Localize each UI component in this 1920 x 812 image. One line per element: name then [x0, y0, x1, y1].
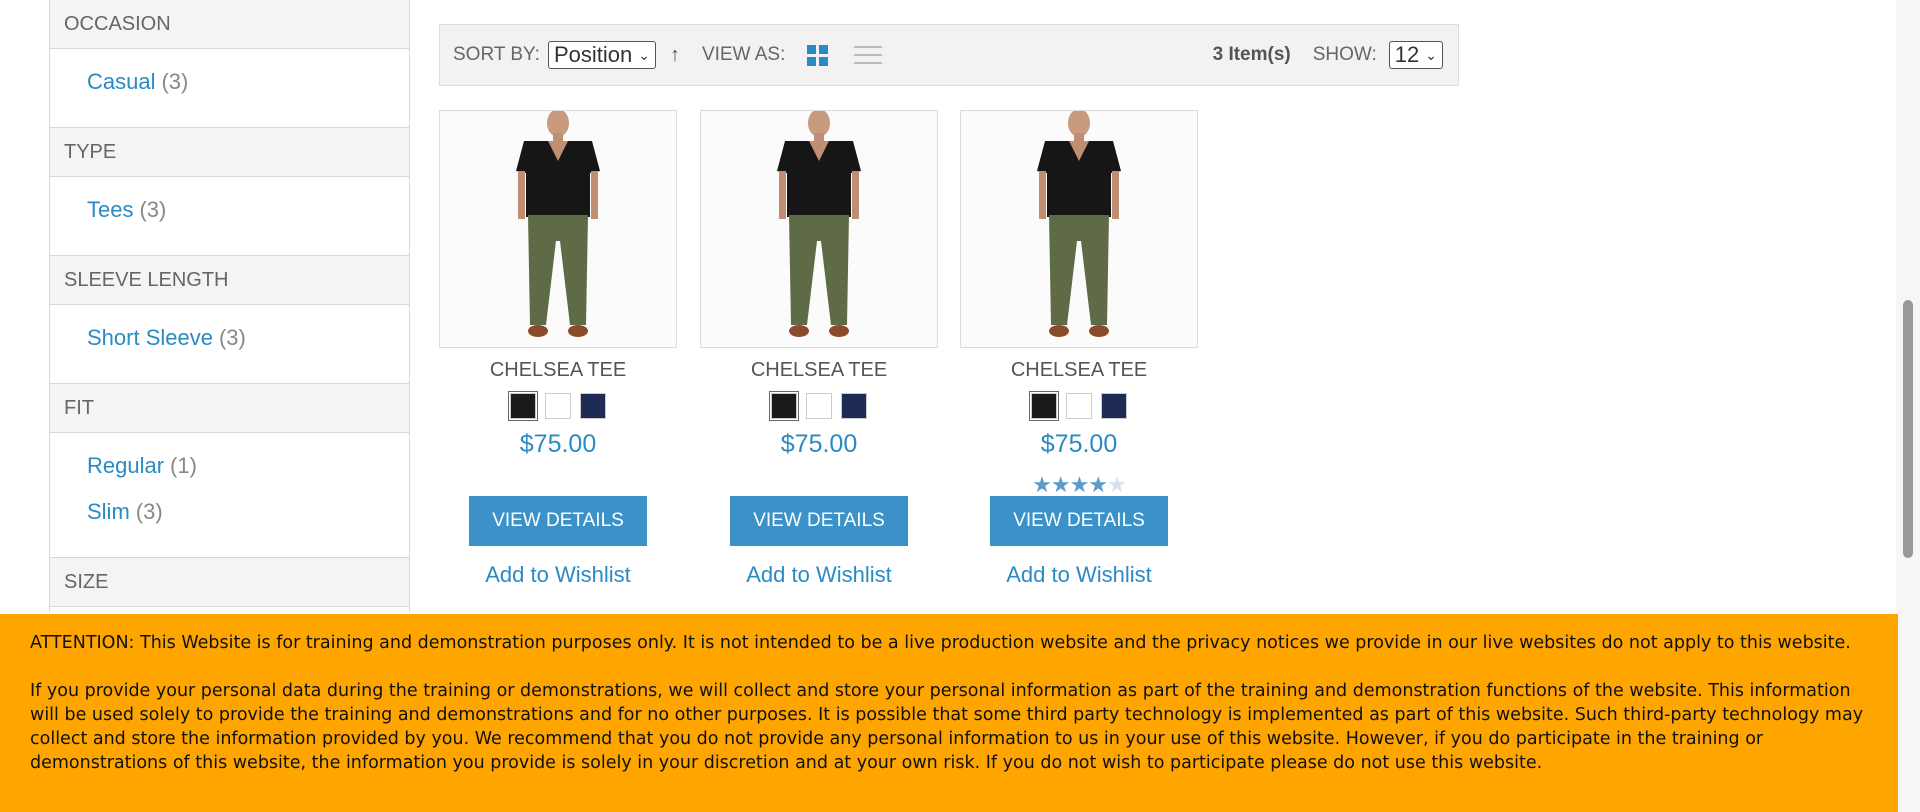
- filter-title-fit[interactable]: FIT: [50, 383, 409, 433]
- star-icon: ★: [1088, 472, 1108, 497]
- list-view-icon[interactable]: [854, 46, 883, 64]
- chevron-down-icon: ⌄: [1425, 46, 1437, 63]
- item-count: 3 Item(s): [1212, 44, 1291, 65]
- product-item: CHELSEA TEE $75.00 ★★★★★ VIEW DETAILS Ad…: [960, 110, 1198, 588]
- color-swatch[interactable]: [769, 391, 799, 421]
- page-scrollbar[interactable]: [1896, 0, 1920, 812]
- model-photo-illustration: [440, 111, 676, 347]
- add-to-wishlist-link[interactable]: Add to Wishlist: [700, 562, 938, 588]
- filter-option-label[interactable]: Slim: [87, 499, 130, 524]
- color-swatch[interactable]: [1029, 391, 1059, 421]
- add-to-wishlist-link[interactable]: Add to Wishlist: [960, 562, 1198, 588]
- scrollbar-thumb[interactable]: [1903, 300, 1913, 558]
- notice-paragraph-2: If you provide your personal data during…: [30, 681, 1864, 773]
- filter-title-sleeve-length[interactable]: SLEEVE LENGTH: [50, 255, 409, 305]
- sort-by-value: Position: [553, 42, 633, 67]
- sort-by-select[interactable]: Position ⌄: [547, 41, 656, 69]
- color-swatch[interactable]: [580, 393, 606, 419]
- filter-option-slim[interactable]: Slim (3): [87, 489, 409, 535]
- layered-navigation: OCCASION Casual (3) TYPE Tees (3) SLEEVE L…: [49, 0, 410, 612]
- product-name[interactable]: CHELSEA TEE: [439, 359, 677, 385]
- arrow-up-icon[interactable]: ↑: [670, 44, 680, 67]
- product-name[interactable]: CHELSEA TEE: [960, 359, 1198, 385]
- filter-option-label[interactable]: Tees: [87, 197, 133, 222]
- filter-options-occasion: Casual (3): [50, 49, 409, 127]
- color-swatch[interactable]: [841, 393, 867, 419]
- filter-option-count: (3): [161, 69, 189, 94]
- products-toolbar: SORT BY: Position ⌄ ↑ VIEW AS: 3 Item(s)…: [439, 24, 1459, 86]
- color-swatches: [960, 391, 1198, 421]
- filter-options-type: Tees (3): [50, 177, 409, 255]
- filter-option-casual[interactable]: Casual (3): [87, 59, 409, 105]
- color-swatches: [700, 391, 938, 421]
- filter-option-label[interactable]: Short Sleeve: [87, 325, 213, 350]
- filter-option-count: (3): [135, 499, 163, 524]
- product-price: $75.00: [780, 430, 858, 458]
- limiter-select[interactable]: 12 ⌄: [1388, 41, 1443, 69]
- show-label: SHOW:: [1312, 44, 1377, 65]
- star-icon: ★: [1107, 472, 1127, 497]
- filter-options-sleeve-length: Short Sleeve (3): [50, 305, 409, 383]
- view-details-button[interactable]: VIEW DETAILS: [469, 496, 647, 546]
- product-item: CHELSEA TEE $75.00 VIEW DETAILS Add to W…: [439, 110, 677, 588]
- chevron-down-icon: ⌄: [638, 46, 650, 63]
- model-photo-illustration: [701, 111, 937, 347]
- star-icon: ★: [1069, 472, 1090, 497]
- rating-stars: ★★★★★: [960, 472, 1198, 497]
- product-item: CHELSEA TEE $75.00 VIEW DETAILS Add to W…: [700, 110, 938, 588]
- view-details-button[interactable]: VIEW DETAILS: [990, 496, 1168, 546]
- color-swatch[interactable]: [545, 393, 571, 419]
- view-as-label: VIEW AS:: [701, 44, 786, 65]
- color-swatch[interactable]: [1101, 393, 1127, 419]
- view-details-button[interactable]: VIEW DETAILS: [730, 496, 908, 546]
- filter-options-fit: Regular (1) Slim (3): [50, 433, 409, 557]
- filter-option-count: (3): [218, 325, 246, 350]
- filter-option-count: (3): [139, 197, 167, 222]
- star-icon: ★: [1032, 472, 1052, 497]
- product-name[interactable]: CHELSEA TEE: [700, 359, 938, 385]
- filter-title-size[interactable]: SIZE: [50, 557, 409, 607]
- product-image[interactable]: [439, 110, 677, 348]
- product-image[interactable]: [960, 110, 1198, 348]
- rating-stars: [439, 472, 677, 496]
- filter-option-count: (1): [170, 453, 197, 478]
- product-price: $75.00: [519, 430, 597, 458]
- star-icon: ★: [1050, 472, 1071, 497]
- filter-option-label[interactable]: Regular: [87, 453, 164, 478]
- model-photo-illustration: [961, 111, 1197, 347]
- filter-title-type[interactable]: TYPE: [50, 127, 409, 177]
- rating-stars: [700, 472, 938, 496]
- sort-by-label: SORT BY:: [453, 44, 540, 65]
- grid-view-icon[interactable]: [807, 44, 829, 66]
- color-swatch[interactable]: [508, 391, 538, 421]
- product-image[interactable]: [700, 110, 938, 348]
- filter-option-label[interactable]: Casual: [87, 69, 155, 94]
- demo-notice-banner: ATTENTION: This Website is for training …: [0, 614, 1898, 812]
- filter-option-tees[interactable]: Tees (3): [87, 187, 409, 233]
- add-to-wishlist-link[interactable]: Add to Wishlist: [439, 562, 677, 588]
- product-price: $75.00: [1040, 430, 1118, 458]
- color-swatches: [439, 391, 677, 421]
- filter-option-regular[interactable]: Regular (1): [87, 443, 409, 489]
- limiter-value: 12: [1394, 42, 1420, 67]
- filter-option-short-sleeve[interactable]: Short Sleeve (3): [87, 315, 409, 361]
- color-swatch[interactable]: [806, 393, 832, 419]
- color-swatch[interactable]: [1066, 393, 1092, 419]
- filter-title-occasion[interactable]: OCCASION: [50, 0, 409, 49]
- notice-paragraph-1: ATTENTION: This Website is for training …: [30, 633, 1851, 653]
